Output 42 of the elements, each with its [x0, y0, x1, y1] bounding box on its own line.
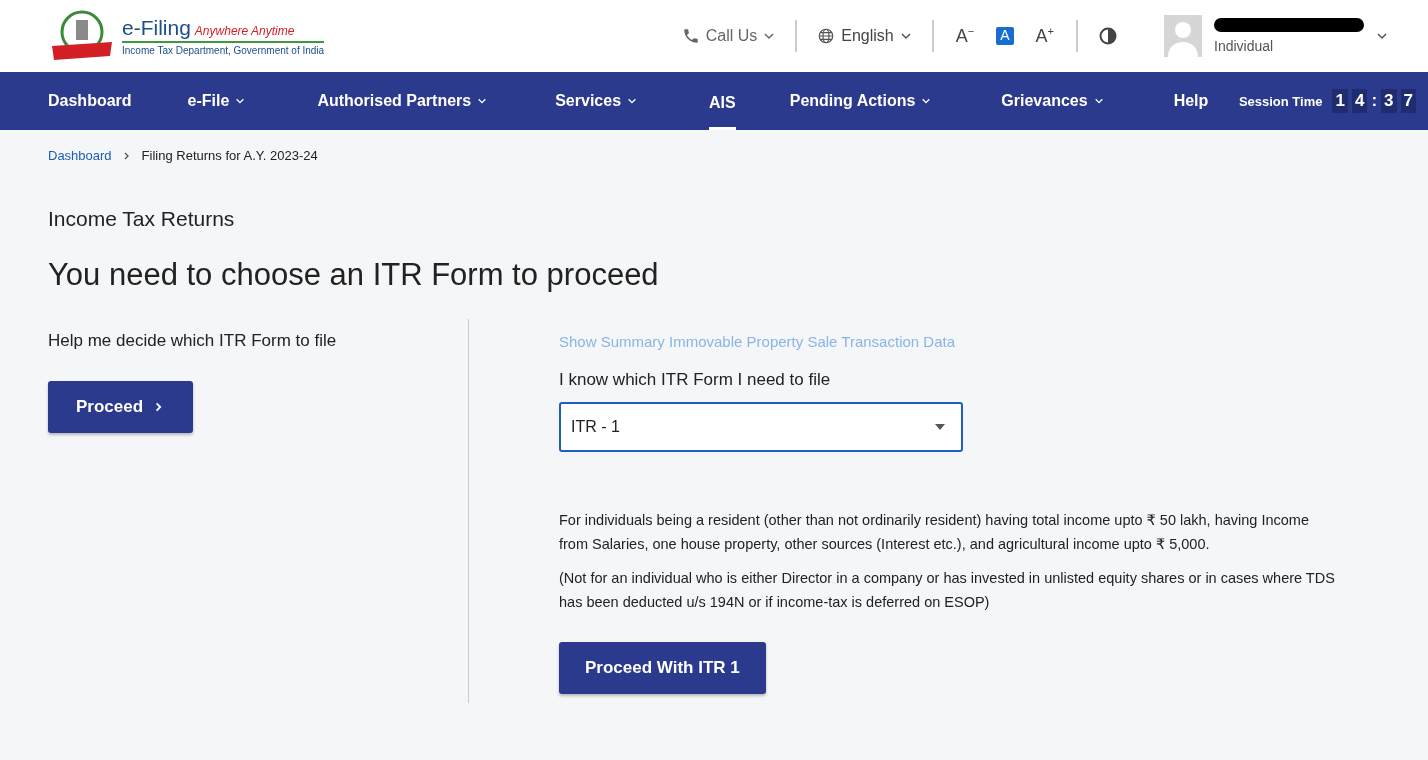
form-description: (Not for an individual who is either Director in a company or has invested in unlisted equity shares or in cases where TDS has been deducted u/s 194N or if income-tax is deferred on ESOP): [559, 569, 1336, 612]
timer-digit: 4: [1351, 89, 1368, 113]
nav-menu-item[interactable]: Pending Actions: [789, 72, 932, 130]
timer-digit: 3: [1381, 89, 1397, 113]
breadcrumb-link[interactable]: Dashboard: [48, 148, 112, 163]
chevron-down-icon: [899, 30, 912, 42]
language-button[interactable]: English: [817, 27, 912, 45]
timer-digit: 1: [1332, 89, 1348, 113]
page-heading: You need to choose an ITR Form to proceed: [48, 257, 660, 293]
nav-menu-item[interactable]: Grievances: [1001, 72, 1104, 130]
globe-icon: [817, 27, 836, 45]
logo-subtitle: Income Tax Department, Government of India: [122, 45, 325, 56]
time-separator: :: [1371, 91, 1378, 111]
chevron-down-icon: [763, 30, 776, 42]
dropdown-arrow-icon: [935, 424, 945, 430]
font-size-button[interactable]: A: [996, 27, 1014, 45]
itr-form-select[interactable]: ITR - 1: [559, 402, 963, 452]
help-prompt: Help me decide which ITR Form to file: [48, 331, 338, 351]
phone-icon: [681, 27, 700, 45]
section-title: Income Tax Returns: [48, 207, 236, 231]
font-size-button[interactable]: A$^{−}$: [953, 25, 977, 47]
form-description: For individuals being a resident (other than not ordinarily resident) having total income upto ₹ 50 lakh, having Income from Salaries, one house property, other sources (Interest etc.), and agricultural income upto ₹ 5,000.: [559, 511, 1310, 554]
nav-menu-item[interactable]: Authorised Partners: [317, 72, 488, 130]
proceed-button[interactable]: Proceed: [48, 381, 194, 433]
logo-title: e-Filing: [122, 16, 191, 40]
font-size-button[interactable]: A$^{+}$: [1033, 25, 1056, 47]
contrast-icon[interactable]: [1098, 26, 1118, 46]
avatar-icon: [1164, 15, 1202, 57]
nav-menu-item[interactable]: Help: [1173, 72, 1209, 130]
nav-menu-item[interactable]: Services: [555, 72, 638, 130]
proceed-itr-button[interactable]: Proceed With ITR 1: [559, 642, 766, 694]
user-role: Individual: [1214, 38, 1275, 54]
breadcrumb-current-page: Filing Returns for A.Y. 2023-24: [141, 148, 318, 163]
form-select-label: I know which ITR Form I need to file: [559, 370, 832, 390]
nav-menu-item[interactable]: e-File: [187, 72, 246, 130]
session-time-label: Session Time: [1238, 93, 1323, 109]
chevron-down-icon[interactable]: [1376, 30, 1388, 42]
nav-menu-item[interactable]: AIS: [709, 84, 736, 130]
logo-tagline: Anywhere Anytime: [194, 24, 295, 38]
nav-menu-item[interactable]: Dashboard: [48, 72, 132, 130]
timer-digit: 7: [1400, 89, 1416, 113]
call-us-button[interactable]: Call Us: [681, 27, 776, 45]
